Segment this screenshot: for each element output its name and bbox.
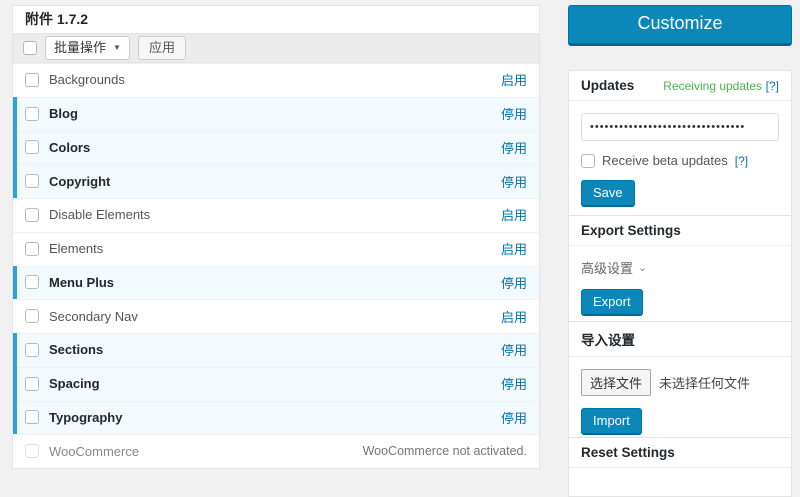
row-checkbox[interactable] [25,241,39,256]
updates-title: Updates [581,78,635,93]
addon-row: Spacing 停用 [13,366,539,401]
toggle-link[interactable]: 停用 [501,104,527,123]
chevron-down-icon: ⌄ [638,262,648,274]
export-panel-header: Export Settings [569,216,791,246]
addon-name: Backgrounds [49,72,125,88]
toggle-link[interactable]: 停用 [501,273,527,292]
toggle-link[interactable]: 启用 [501,307,527,326]
toggle-link[interactable]: 停用 [501,138,527,157]
row-checkbox[interactable] [25,106,39,121]
addon-row: Menu Plus 停用 [13,265,539,300]
row-checkbox[interactable] [25,309,39,324]
bulk-actions-toolbar: 批量操作 ▼ 应用 [13,34,539,63]
row-checkbox[interactable] [25,342,39,357]
row-checkbox[interactable] [25,376,39,391]
beta-help-link[interactable]: [?] [735,154,748,168]
advanced-settings-toggle[interactable]: 高级设置 ⌄ [581,258,647,277]
dropdown-arrow-icon: ▼ [113,43,121,52]
row-checkbox[interactable] [25,140,39,155]
bulk-action-label: 批量操作 [54,40,107,55]
addon-row: Backgrounds 启用 [13,63,539,97]
addon-name: Menu Plus [49,274,115,290]
addon-row: Disable Elements 启用 [13,198,539,232]
toggle-link[interactable]: 启用 [501,70,527,89]
addon-name: Copyright [49,173,111,189]
row-checkbox[interactable] [25,207,39,222]
no-file-chosen-text: 未选择任何文件 [659,376,751,391]
reset-settings-panel: Reset Settings [568,437,792,497]
toggle-link[interactable]: 停用 [501,374,527,393]
addon-name: WooCommerce [49,443,140,459]
save-button[interactable]: Save [581,180,635,207]
beta-updates-label: Receive beta updates [602,153,728,168]
updates-status: Receiving updates [?] [663,78,779,93]
reset-panel-header: Reset Settings [569,438,791,468]
export-panel-body: 高级设置 ⌄ Export [569,246,791,328]
export-settings-title: Export Settings [581,223,681,238]
addon-row: Typography 停用 [13,400,539,435]
row-checkbox[interactable] [25,410,39,425]
file-input-row: 选择文件 未选择任何文件 [581,369,779,396]
addon-name: Elements [49,241,104,257]
import-settings-title: 导入设置 [581,333,635,348]
addon-name: Secondary Nav [49,308,138,324]
apply-button[interactable]: 应用 [137,36,186,60]
addon-row: Colors 停用 [13,130,539,165]
updates-panel: Updates Receiving updates [?] Receive be… [568,70,792,220]
toggle-link[interactable]: 启用 [501,239,527,258]
import-button[interactable]: Import [581,408,642,435]
bulk-action-select[interactable]: 批量操作 ▼ [45,36,130,60]
addon-name: Blog [49,106,78,122]
toggle-link[interactable]: 停用 [501,340,527,359]
row-checkbox[interactable] [25,275,39,290]
beta-updates-row: Receive beta updates [?] [581,153,779,168]
toggle-link[interactable]: 停用 [501,408,527,427]
row-status-text: WooCommerce not activated. [362,444,527,459]
toggle-link[interactable]: 启用 [501,205,527,224]
export-settings-panel: Export Settings 高级设置 ⌄ Export [568,215,792,329]
addon-row: Elements 启用 [13,231,539,266]
import-panel-header: 导入设置 [569,322,791,357]
advanced-settings-label: 高级设置 [581,261,634,276]
updates-help-link[interactable]: [?] [766,79,779,93]
row-checkbox[interactable] [25,174,39,189]
addon-name: Colors [49,139,91,155]
customize-button[interactable]: Customize [568,5,792,46]
import-panel-body: 选择文件 未选择任何文件 Import [569,357,791,447]
addon-name: Disable Elements [49,207,151,223]
addon-row: WooCommerce WooCommerce not activated. [13,434,539,468]
addons-table-body: Backgrounds 启用 Blog 停用 Colors 停用 Copyrig… [13,63,539,468]
beta-updates-checkbox[interactable] [581,153,595,168]
updates-panel-header: Updates Receiving updates [?] [569,71,791,101]
receiving-updates-link[interactable]: Receiving updates [663,79,762,93]
addon-row: Secondary Nav 启用 [13,299,539,333]
addon-name: Spacing [49,376,100,392]
import-settings-panel: 导入设置 选择文件 未选择任何文件 Import [568,321,792,448]
export-button[interactable]: Export [581,289,643,316]
addon-name: Sections [49,342,104,358]
addon-row: Sections 停用 [13,333,539,367]
select-all-checkbox[interactable] [23,41,37,55]
addons-title: 附件 1.7.2 [13,6,539,34]
choose-file-button[interactable]: 选择文件 [581,369,652,396]
addon-row: Copyright 停用 [13,164,539,198]
license-key-input[interactable] [581,113,779,141]
addons-card: 附件 1.7.2 批量操作 ▼ 应用 Backgrounds 启用 Blog 停… [12,5,540,469]
row-checkbox [25,444,39,459]
addon-row: Blog 停用 [13,96,539,131]
updates-panel-body: Receive beta updates [?] Save [569,101,791,219]
row-checkbox[interactable] [25,72,39,87]
reset-settings-title: Reset Settings [581,445,675,460]
toggle-link[interactable]: 停用 [501,172,527,191]
addon-name: Typography [49,409,123,425]
